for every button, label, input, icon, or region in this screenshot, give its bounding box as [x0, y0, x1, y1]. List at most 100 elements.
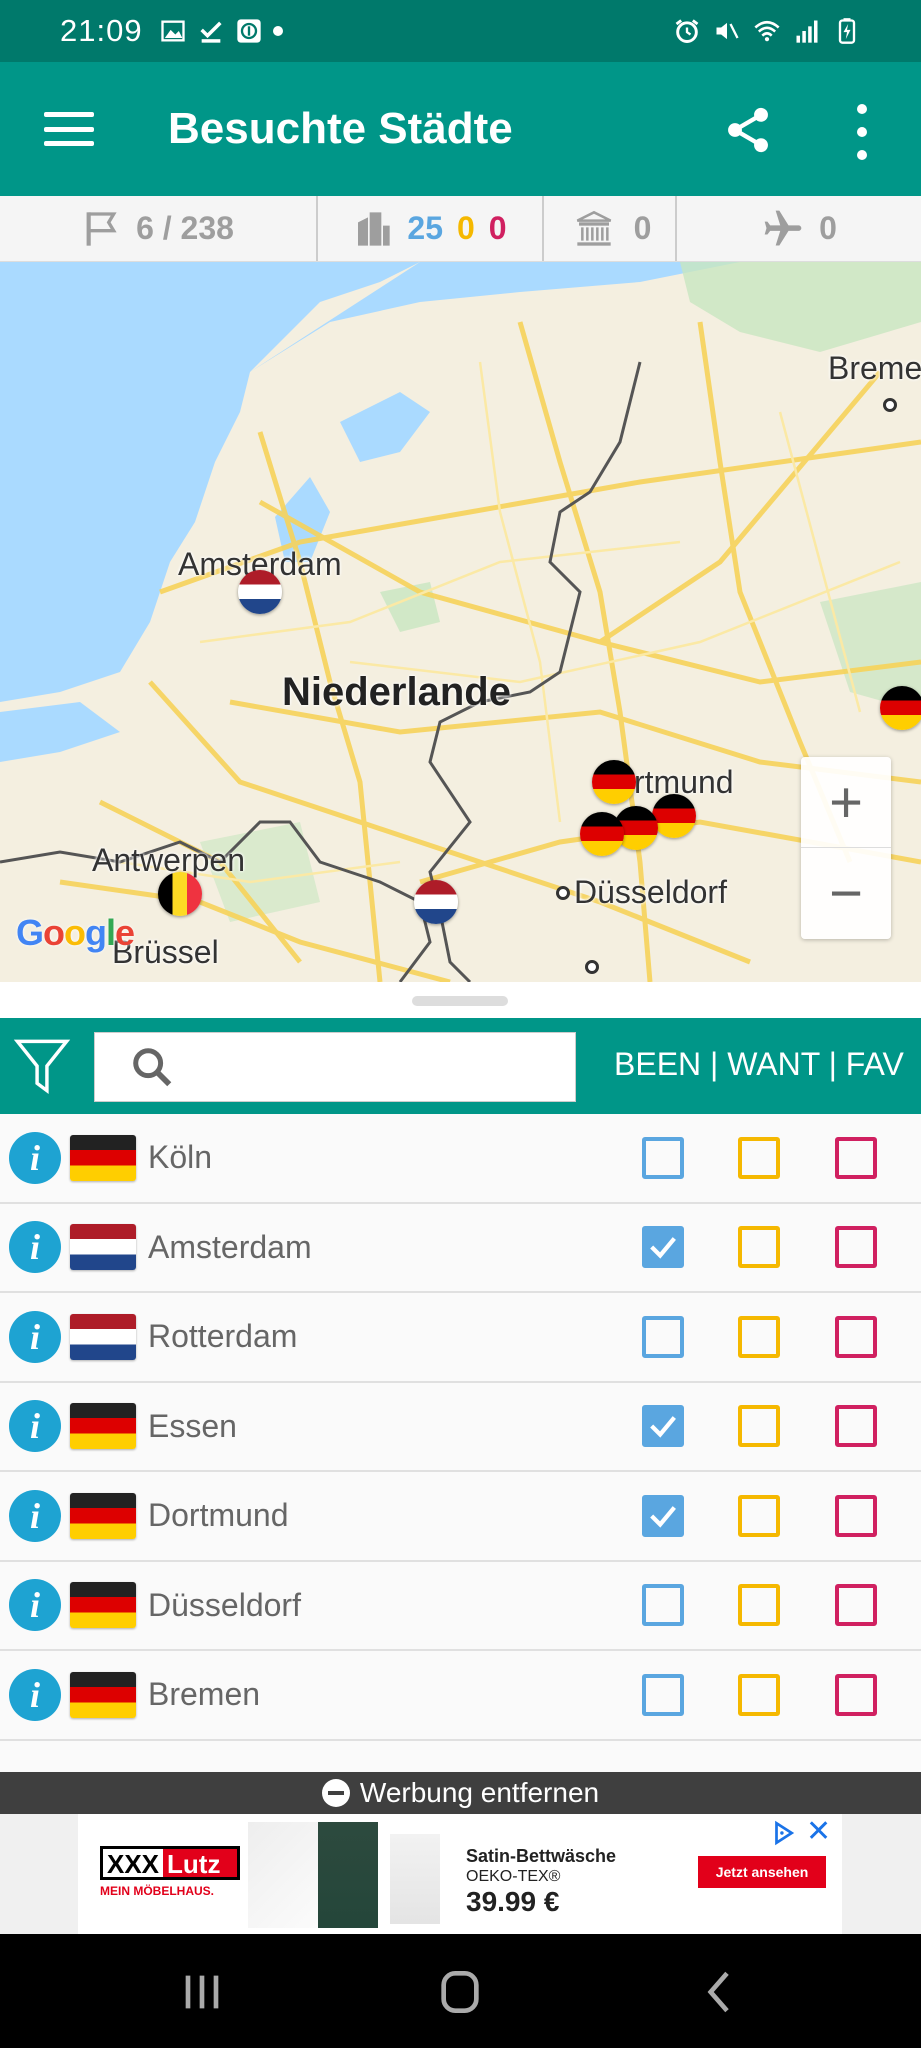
been-checkbox[interactable] [642, 1405, 684, 1448]
city-name: Bremen [148, 1676, 261, 1713]
map-label-country: Niederlande [282, 670, 511, 714]
been-checkbox[interactable] [642, 1315, 684, 1358]
check-icon [650, 1237, 676, 1259]
want-checkbox[interactable] [738, 1226, 780, 1269]
info-icon[interactable]: i [9, 1221, 61, 1274]
map-view[interactable]: Breme Amsterdam Niederlande rtmund Antwe… [0, 262, 921, 982]
city-name: Düsseldorf [148, 1586, 301, 1623]
stat-fav-count: 0 [488, 210, 507, 246]
list-item[interactable]: i Düsseldorf [0, 1561, 921, 1651]
fav-checkbox[interactable] [835, 1494, 877, 1537]
status-time: 21:09 [60, 13, 143, 48]
alarm-icon [675, 19, 699, 43]
share-icon[interactable] [722, 102, 774, 158]
want-checkbox[interactable] [738, 1494, 780, 1537]
info-icon[interactable]: i [9, 1668, 61, 1721]
flag-germany-icon [70, 1582, 136, 1629]
fav-checkbox[interactable] [835, 1226, 877, 1269]
stat-unesco[interactable]: 0 [544, 196, 677, 261]
ad-cta-button[interactable]: Jetzt ansehen [698, 1856, 826, 1888]
stat-flights-value: 0 [819, 210, 837, 246]
remove-ads-button[interactable]: Werbung entfernen [0, 1772, 921, 1814]
list-item[interactable]: i Dortmund [0, 1472, 921, 1562]
ad-headline: Satin-Bettwäsche [466, 1846, 617, 1866]
map-marker-netherlands[interactable] [414, 880, 458, 924]
map-marker-amsterdam[interactable] [238, 570, 282, 614]
fav-checkbox[interactable] [835, 1584, 877, 1627]
list-item[interactable]: i Köln [0, 1114, 921, 1204]
city-name: Essen [148, 1407, 237, 1444]
map-marker-essen[interactable] [592, 760, 636, 804]
been-checkbox[interactable] [642, 1673, 684, 1716]
flag-icon [86, 211, 117, 246]
been-checkbox[interactable] [642, 1494, 684, 1537]
want-checkbox[interactable] [738, 1673, 780, 1716]
map-marker-belgium[interactable] [158, 872, 202, 916]
city-name: Rotterdam [148, 1318, 298, 1355]
list-item[interactable]: i Rotterdam [0, 1293, 921, 1383]
been-checkbox[interactable] [642, 1136, 684, 1179]
wifi-icon [754, 20, 780, 42]
system-nav-bar [0, 1934, 921, 2048]
page-title: Besuchte Städte [168, 104, 513, 153]
search-input[interactable] [189, 1048, 569, 1086]
bottom-sheet-handle[interactable] [0, 982, 921, 1018]
zoom-out-button[interactable]: − [801, 848, 891, 939]
fav-checkbox[interactable] [835, 1136, 877, 1179]
check-icon [650, 1505, 676, 1528]
fav-checkbox[interactable] [835, 1405, 877, 1448]
more-options-icon[interactable] [845, 104, 879, 160]
map-marker-germany[interactable] [580, 812, 624, 856]
want-checkbox[interactable] [738, 1405, 780, 1448]
recent-apps-icon[interactable] [172, 1964, 232, 2020]
zoom-in-button[interactable]: + [801, 757, 891, 848]
stat-flights[interactable]: 0 [677, 196, 921, 261]
menu-icon[interactable] [44, 112, 94, 146]
info-icon[interactable]: i [9, 1310, 61, 1363]
map-marker-germany[interactable] [880, 686, 921, 730]
info-icon[interactable]: i [9, 1400, 61, 1453]
map-city-dot [556, 886, 570, 900]
filter-icon[interactable] [12, 1034, 72, 1098]
stat-cities[interactable]: 25 0 0 [318, 196, 544, 261]
ad-content[interactable]: XXX Lutz MEIN MÖBELHAUS. Satin-Bettwäsche… [78, 1814, 842, 1934]
map-label-duesseldorf: Düsseldorf [574, 874, 727, 910]
ad-close-icon[interactable]: ✕ [806, 1817, 831, 1847]
search-icon [133, 1048, 172, 1087]
want-checkbox[interactable] [738, 1584, 780, 1627]
info-icon[interactable]: i [9, 1489, 61, 1542]
ad-brand-a: XXX [103, 1849, 164, 1879]
unesco-temple-icon [576, 210, 611, 246]
been-checkbox[interactable] [642, 1226, 684, 1269]
column-header: BEEN | WANT | FAV [614, 1046, 904, 1082]
stat-been-count: 25 [407, 210, 443, 246]
airplane-icon [764, 210, 802, 245]
fav-checkbox[interactable] [835, 1673, 877, 1716]
info-icon[interactable]: i [9, 1579, 61, 1632]
notification-dot-icon [272, 26, 283, 36]
stats-bar: 6 / 238 25 0 0 0 0 [0, 196, 921, 262]
want-checkbox[interactable] [738, 1315, 780, 1358]
status-bar: 21:09 [0, 0, 921, 62]
google-logo: Google [16, 912, 135, 953]
map-zoom-controls: + − [801, 757, 891, 939]
stat-countries[interactable]: 6 / 238 [0, 196, 318, 261]
ad-banner[interactable]: XXX Lutz MEIN MÖBELHAUS. Satin-Bettwäsche… [0, 1814, 921, 1934]
filter-bar: BEEN | WANT | FAV [0, 1018, 921, 1114]
list-item[interactable]: i Essen [0, 1382, 921, 1472]
adchoices-icon[interactable] [770, 1820, 796, 1846]
minus-circle-icon [321, 1779, 350, 1807]
info-icon[interactable]: i [9, 1131, 61, 1184]
city-icon [358, 211, 391, 246]
fav-checkbox[interactable] [835, 1315, 877, 1358]
flag-germany-icon [70, 1492, 136, 1539]
ad-brand-logo: XXX Lutz MEIN MÖBELHAUS. [100, 1846, 240, 1898]
home-icon[interactable] [430, 1964, 490, 2020]
list-item[interactable]: i Bremen [0, 1651, 921, 1741]
list-item[interactable]: i Amsterdam [0, 1203, 921, 1293]
map-marker-dortmund[interactable] [652, 794, 696, 838]
back-icon[interactable] [690, 1964, 750, 2020]
want-checkbox[interactable] [738, 1136, 780, 1179]
been-checkbox[interactable] [642, 1584, 684, 1627]
remove-ads-label: Werbung entfernen [359, 1777, 600, 1808]
